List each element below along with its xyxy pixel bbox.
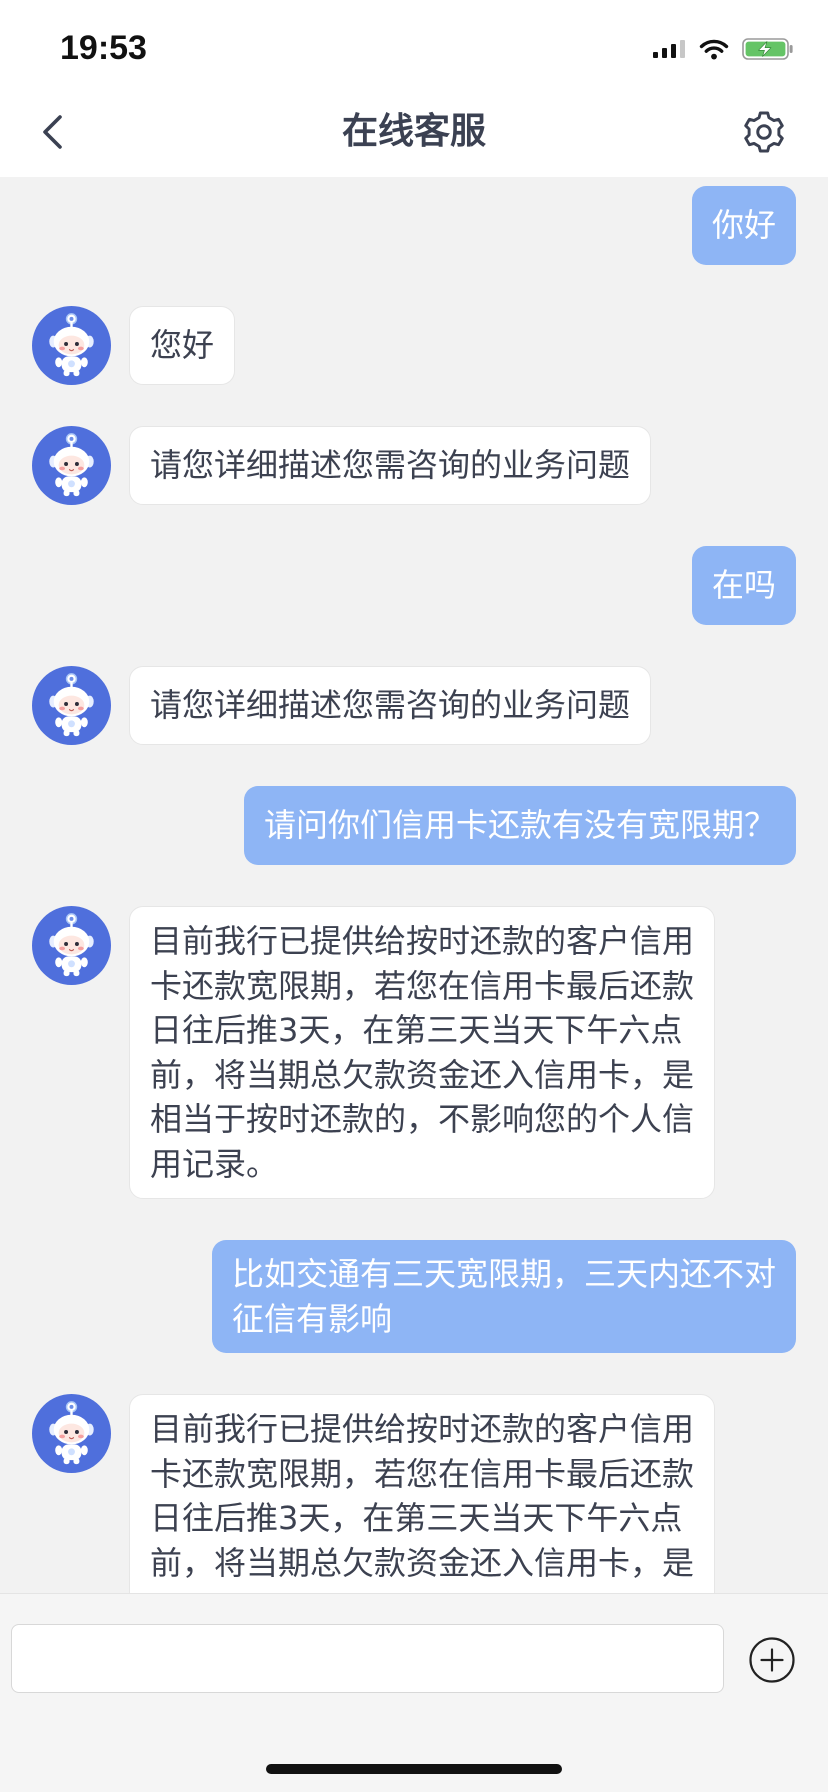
message-input[interactable] [11, 1624, 724, 1693]
message-bubble[interactable]: 请问你们信用卡还款有没有宽限期？ [243, 786, 796, 865]
message-text-line: 前，将当期总欠款资金还入信用卡，是 [150, 1543, 695, 1582]
message-row-outgoing: 你好 [0, 186, 828, 265]
message-row-outgoing: 比如交通有三天宽限期，三天内还不对 征信有影响 [0, 1240, 828, 1353]
message-text-line: 比如交通有三天宽限期，三天内还不对 [231, 1255, 776, 1293]
chat-history[interactable]: 你好 您好 请您详细描述您需咨询的业务问题 在吗 请您详细描述您需咨询的业务问题… [0, 177, 828, 1593]
message-text-line: 征信有影响 [231, 1299, 392, 1338]
robot-avatar-icon [32, 1394, 111, 1473]
message-row-incoming: 目前我行已提供给按时还款的客户信用 卡还款宽限期，若您在信用卡最后还款 日往后推… [0, 1394, 828, 1593]
message-bubble[interactable]: 你好 [691, 186, 796, 265]
message-row-outgoing: 在吗 [0, 546, 828, 625]
composer-bar [0, 1593, 828, 1792]
robot-avatar-icon [32, 906, 111, 985]
robot-avatar-icon [32, 306, 111, 385]
wifi-icon [699, 39, 729, 60]
message-row-incoming: 您好 [0, 306, 828, 385]
robot-avatar-icon [32, 426, 111, 505]
message-text-line: 前，将当期总欠款资金还入信用卡，是 [150, 1055, 695, 1094]
settings-button[interactable] [741, 109, 787, 155]
status-bar: 19:53 [0, 0, 828, 88]
message-text-line: 你好 [711, 206, 776, 245]
message-text-line: 相当于按时还款的，不影响您的个人信 [150, 1100, 695, 1138]
status-time: 19:53 [60, 29, 147, 67]
message-text-line: 日往后推3天，在第三天当天下午六点 [150, 1499, 683, 1537]
message-bubble[interactable]: 在吗 [691, 546, 796, 625]
message-text-line: 目前我行已提供给按时还款的客户信用 [150, 1410, 695, 1448]
message-bubble[interactable]: 您好 [129, 306, 236, 385]
message-row-incoming: 请您详细描述您需咨询的业务问题 [0, 666, 828, 745]
message-bubble[interactable]: 目前我行已提供给按时还款的客户信用 卡还款宽限期，若您在信用卡最后还款 日往后推… [129, 906, 716, 1199]
battery-charging-icon [742, 38, 793, 60]
page-title: 在线客服 [341, 111, 486, 152]
message-text-line: 请您详细描述您需咨询的业务问题 [150, 686, 631, 725]
message-text-line: 卡还款宽限期，若您在信用卡最后还款 [150, 1454, 695, 1493]
message-row-outgoing: 请问你们信用卡还款有没有宽限期？ [0, 786, 828, 865]
message-bubble[interactable]: 比如交通有三天宽限期，三天内还不对 征信有影响 [211, 1240, 796, 1353]
nav-bar: 在线客服 [0, 88, 828, 177]
message-text-line: 请您详细描述您需咨询的业务问题 [150, 446, 631, 485]
add-attachment-button[interactable] [748, 1636, 796, 1684]
message-text-line: 日往后推3天，在第三天当天下午六点 [150, 1011, 683, 1049]
message-bubble[interactable]: 目前我行已提供给按时还款的客户信用 卡还款宽限期，若您在信用卡最后还款 日往后推… [129, 1394, 716, 1593]
message-bubble[interactable]: 请您详细描述您需咨询的业务问题 [129, 666, 652, 745]
message-text-line: 目前我行已提供给按时还款的客户信用 [150, 922, 695, 960]
robot-avatar-icon [32, 666, 111, 745]
message-text-line: 用记录。 [150, 1144, 279, 1183]
home-indicator [266, 1764, 562, 1774]
message-text-line: 在吗 [711, 566, 776, 605]
message-text-line: 卡还款宽限期，若您在信用卡最后还款 [150, 966, 695, 1005]
signal-icon [653, 40, 685, 58]
message-bubble[interactable]: 请您详细描述您需咨询的业务问题 [129, 426, 652, 505]
plus-circle-icon [749, 1637, 795, 1683]
message-text-line: 您好 [150, 326, 215, 365]
message-row-incoming: 目前我行已提供给按时还款的客户信用 卡还款宽限期，若您在信用卡最后还款 日往后推… [0, 906, 828, 1199]
gear-icon [744, 111, 784, 153]
message-text-line: 请问你们信用卡还款有没有宽限期？ [263, 806, 776, 845]
message-row-incoming: 请您详细描述您需咨询的业务问题 [0, 426, 828, 505]
